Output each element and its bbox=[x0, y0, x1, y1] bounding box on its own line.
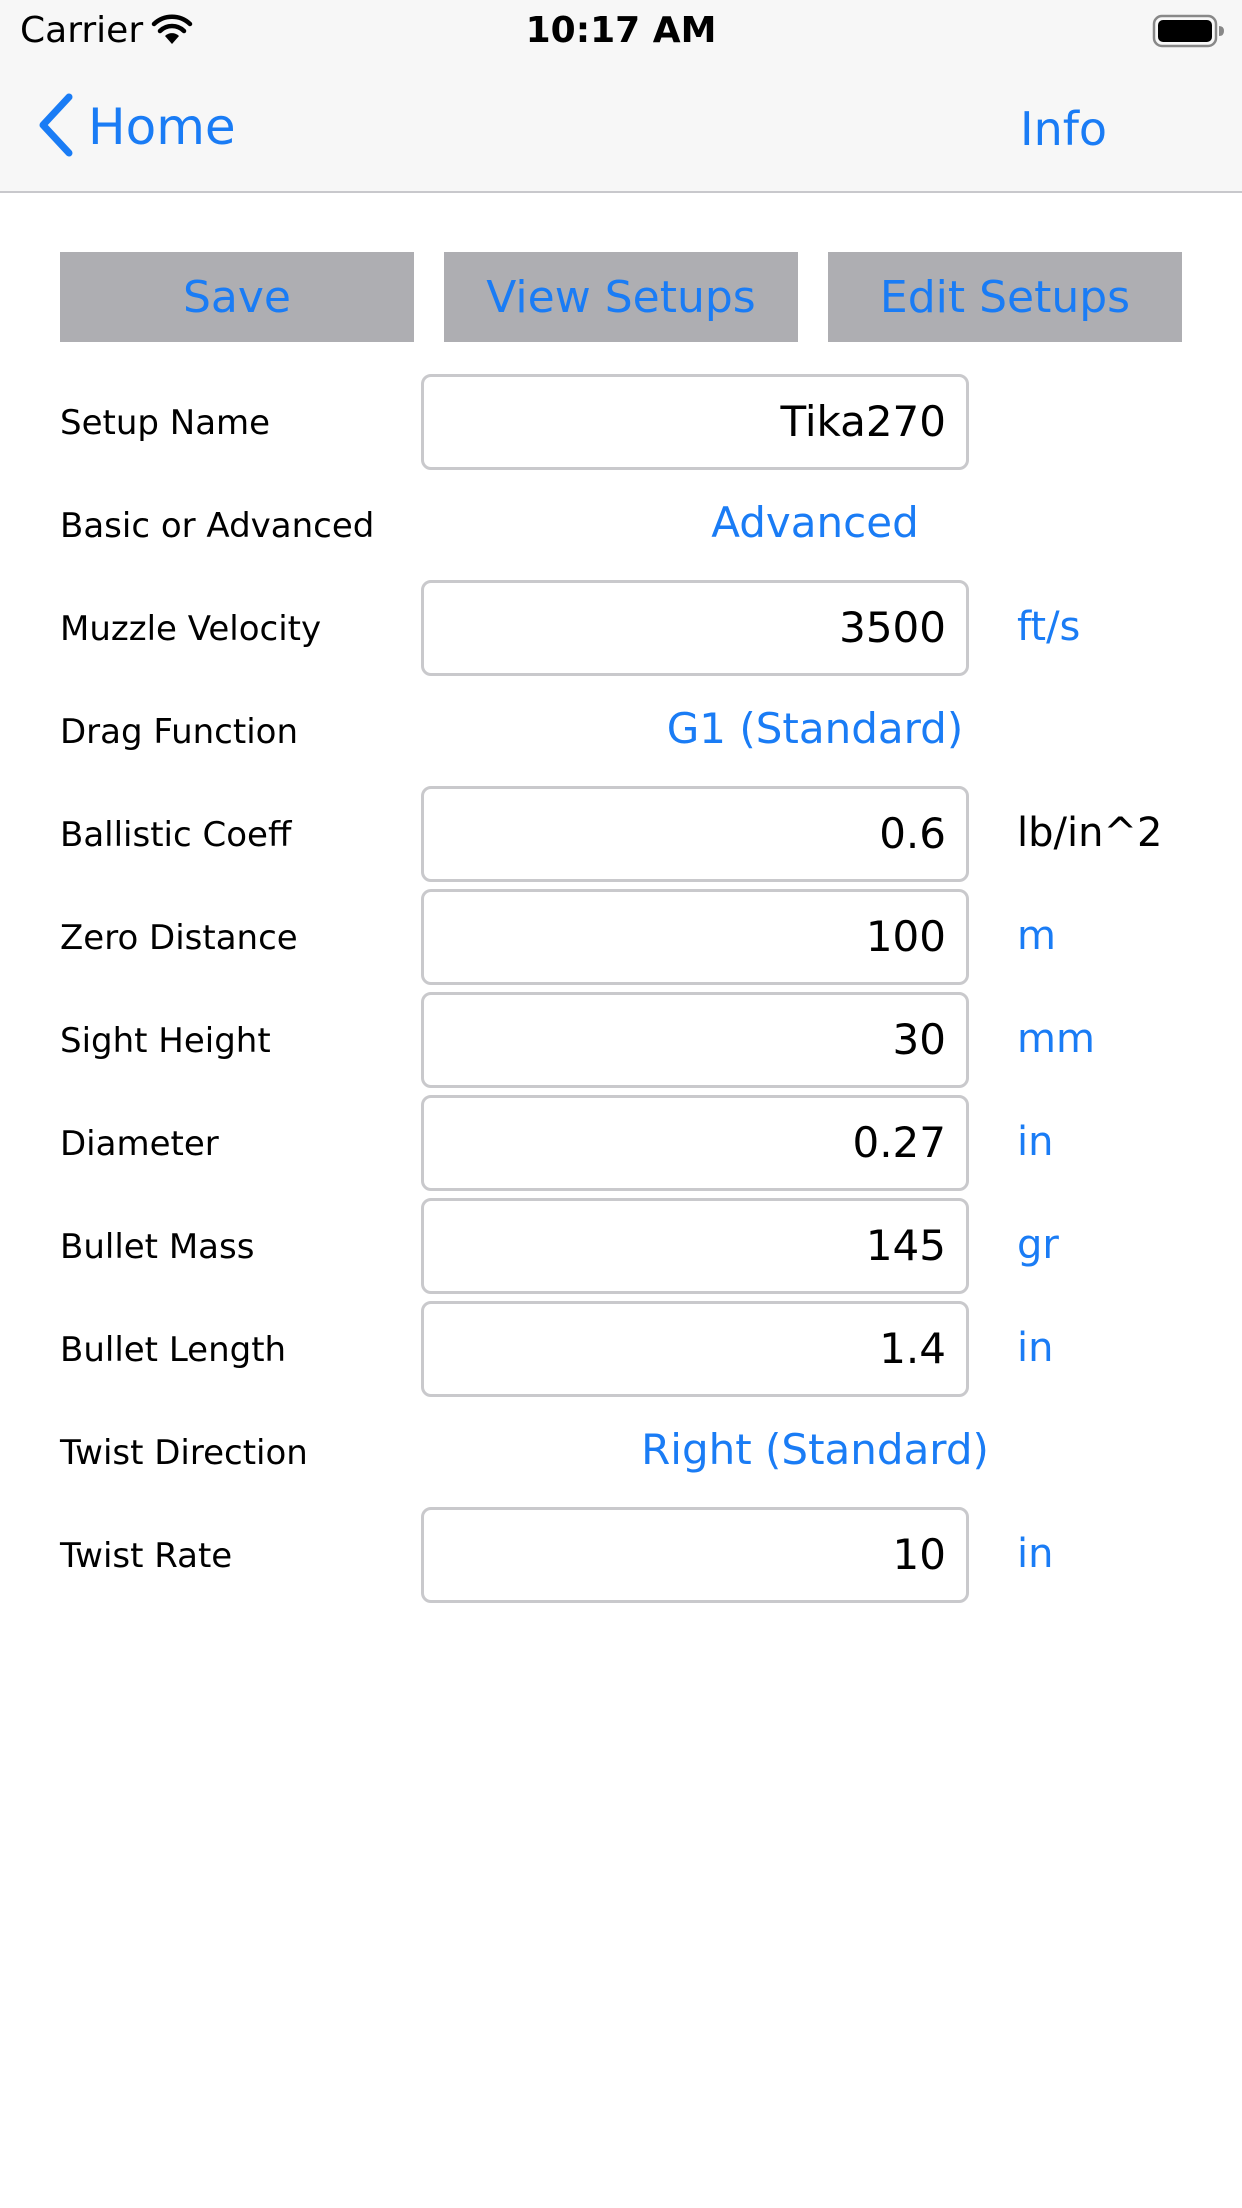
save-button[interactable]: Save bbox=[60, 252, 414, 342]
basic-advanced-selector[interactable]: Advanced bbox=[600, 493, 1030, 553]
battery-icon bbox=[1152, 14, 1226, 52]
muzzle-velocity-label: Muzzle Velocity bbox=[60, 609, 322, 649]
ballistic-coeff-field[interactable]: 0.6 bbox=[421, 786, 969, 882]
sight-height-unit-button[interactable]: mm bbox=[1017, 1009, 1095, 1069]
drag-function-label: Drag Function bbox=[60, 712, 298, 752]
zero-distance-field[interactable]: 100 bbox=[421, 889, 969, 985]
bullet-mass-label: Bullet Mass bbox=[60, 1227, 255, 1267]
drag-function-selector[interactable]: G1 (Standard) bbox=[600, 699, 1030, 759]
muzzle-velocity-unit-button[interactable]: ft/s bbox=[1017, 597, 1080, 657]
twist-direction-label: Twist Direction bbox=[60, 1433, 308, 1473]
zero-distance-unit-button[interactable]: m bbox=[1017, 906, 1056, 966]
sight-height-label: Sight Height bbox=[60, 1021, 271, 1061]
setup-name-label: Setup Name bbox=[60, 403, 271, 443]
diameter-unit-button[interactable]: in bbox=[1017, 1112, 1053, 1172]
navigation-bar: Home Info bbox=[0, 62, 1242, 193]
bullet-length-label: Bullet Length bbox=[60, 1330, 287, 1370]
bullet-mass-field[interactable]: 145 bbox=[421, 1198, 969, 1294]
muzzle-velocity-field[interactable]: 3500 bbox=[421, 580, 969, 676]
twist-direction-selector[interactable]: Right (Standard) bbox=[600, 1420, 1030, 1480]
view-setups-button[interactable]: View Setups bbox=[444, 252, 798, 342]
ballistic-coeff-label: Ballistic Coeff bbox=[60, 815, 292, 855]
twist-rate-label: Twist Rate bbox=[60, 1536, 233, 1576]
diameter-label: Diameter bbox=[60, 1124, 219, 1164]
twist-rate-unit-button[interactable]: in bbox=[1017, 1524, 1053, 1584]
back-label: Home bbox=[88, 98, 236, 156]
chevron-left-icon bbox=[36, 93, 74, 161]
sight-height-field[interactable]: 30 bbox=[421, 992, 969, 1088]
ballistic-coeff-unit: lb/in^2 bbox=[1017, 810, 1163, 856]
twist-rate-field[interactable]: 10 bbox=[421, 1507, 969, 1603]
edit-setups-button[interactable]: Edit Setups bbox=[828, 252, 1182, 342]
zero-distance-label: Zero Distance bbox=[60, 918, 298, 958]
diameter-field[interactable]: 0.27 bbox=[421, 1095, 969, 1191]
status-bar: Carrier 10:17 AM bbox=[0, 0, 1242, 62]
bullet-mass-unit-button[interactable]: gr bbox=[1017, 1215, 1059, 1275]
bullet-length-unit-button[interactable]: in bbox=[1017, 1318, 1053, 1378]
clock: 10:17 AM bbox=[525, 10, 717, 51]
info-button[interactable]: Info bbox=[1020, 102, 1107, 156]
bullet-length-field[interactable]: 1.4 bbox=[421, 1301, 969, 1397]
back-button[interactable]: Home bbox=[36, 92, 236, 162]
setup-name-field[interactable]: Tika270 bbox=[421, 374, 969, 470]
basic-advanced-label: Basic or Advanced bbox=[60, 506, 375, 546]
